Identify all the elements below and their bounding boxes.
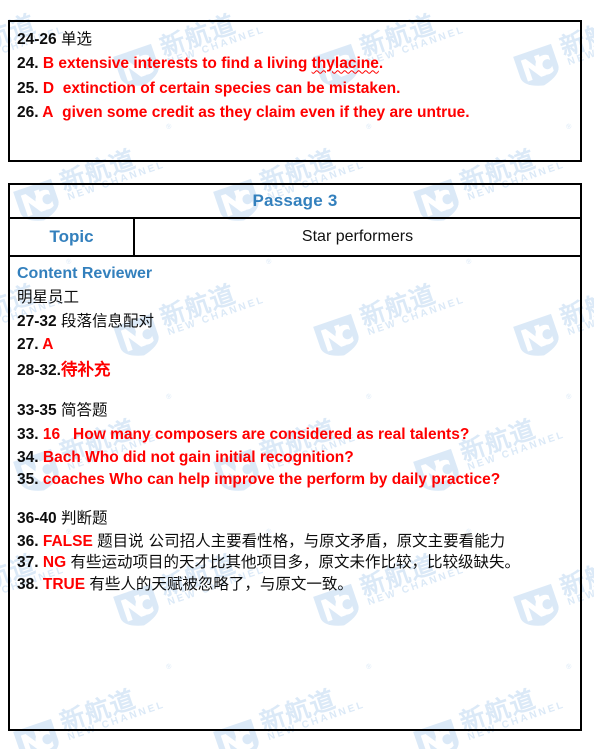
answer-number-35: 35. [17, 470, 39, 488]
answer-text-24-misspelled: thylacine [311, 55, 379, 73]
answer-question-34: Who did not gain initial recognition? [85, 449, 354, 467]
topic-row: Topic Star performers [10, 219, 580, 257]
section-label-24-26: 24-26 单选 [17, 30, 92, 48]
answer-row-27: 27. A [17, 333, 573, 357]
answer-row-33: 33. 16 How many composers are considered… [17, 423, 573, 447]
answer-value-35: coaches [42, 470, 105, 488]
questions-24-26-table: 24-26 单选 24. B extensive interests to fi… [8, 20, 582, 162]
answer-row-25: 25. D extinction of certain species can … [17, 77, 573, 101]
passage-3-body: Content Reviewer 明星员工 27-32 段落信息配对 27. A… [10, 257, 580, 595]
answer-explanation-36: 题目说 公司招人主要看性格，与原文矛盾，原文主要看能力 [97, 531, 506, 550]
passage-3-table: Passage 3 Topic Star performers Content … [8, 183, 582, 731]
answer-key-page: 新航道®NEW CHANNEL新航道®NEW CHANNEL新航道®NEW CH… [0, 0, 594, 749]
topic-value: Star performers [301, 228, 414, 245]
answer-number-34: 34. [17, 449, 39, 467]
answer-number-24: 24. [17, 55, 39, 73]
answer-number-37: 37. [17, 554, 39, 572]
section-label-27-32-cn: 段落信息配对 [60, 311, 154, 330]
answer-row-35: 35. coaches Who can help improve the per… [17, 470, 573, 490]
answer-text-25: extinction of certain species can be mis… [62, 79, 401, 97]
answer-row-36: 36. FALSE 题目说 公司招人主要看性格，与原文矛盾，原文主要看能力 [17, 531, 573, 552]
answer-text-28-32: 待补充 [60, 359, 111, 379]
answer-letter-25: D [42, 79, 55, 97]
answer-number-33: 33. [17, 425, 39, 443]
section-label-33-35: 33-35 简答题 [17, 401, 108, 420]
answer-letter-24: B [42, 55, 55, 73]
section-label-24-26-cn: 单选 [60, 30, 92, 48]
section-label-36-40: 36-40 判断题 [17, 509, 108, 528]
topic-cn: 明星员工 [17, 288, 80, 306]
answer-value-34: Bach [42, 449, 81, 467]
top-table-body: 24-26 单选 24. B extensive interests to fi… [10, 22, 580, 126]
answer-number-36: 36. [17, 532, 39, 550]
topic-label: Topic [49, 227, 94, 246]
answer-row-28-32: 28-32.待补充 [17, 357, 573, 383]
section-label-36-40-cn: 判断题 [60, 509, 108, 528]
topic-value-cell: Star performers [135, 219, 580, 255]
answer-letter-27: A [42, 336, 54, 354]
content-reviewer-label: Content Reviewer [17, 265, 153, 282]
answer-value-33: 16 [42, 425, 61, 443]
answer-value-38: TRUE [42, 575, 86, 593]
passage-title: Passage 3 [252, 191, 338, 210]
answer-text-24-tail: . [378, 55, 384, 73]
answer-question-35: Who can help improve the perform by dail… [109, 470, 501, 488]
answer-number-38: 38. [17, 575, 39, 593]
answer-text-24: extensive interests to find a living [58, 55, 312, 73]
answer-row-34: 34. Bach Who did not gain initial recogn… [17, 446, 573, 470]
answer-row-26: 26. A given some credit as they claim ev… [17, 101, 573, 125]
answer-question-33: How many composers are considered as rea… [73, 425, 470, 443]
answer-value-36: FALSE [42, 532, 93, 550]
answer-text-26: given some credit as they claim even if … [62, 104, 470, 122]
answer-value-37: NG [42, 554, 67, 572]
answer-row-38: 38. TRUE 有些人的天赋被忽略了，与原文一致。 [17, 574, 573, 595]
answer-row-37: 37. NG 有些运动项目的天才比其他项目多，原文未作比较，比较级缺失。 [17, 552, 573, 573]
answer-number-27: 27. [17, 336, 39, 354]
section-label-33-35-cn: 简答题 [60, 401, 108, 420]
answer-explanation-38: 有些人的天赋被忽略了，与原文一致。 [89, 574, 353, 593]
answer-row-24: 24. B extensive interests to find a livi… [17, 52, 573, 76]
answer-explanation-37: 有些运动项目的天才比其他项目多，原文未作比较，比较级缺失。 [70, 553, 520, 572]
answer-number-26: 26. [17, 104, 39, 122]
passage-header-row: Passage 3 [10, 185, 580, 219]
topic-label-cell: Topic [10, 219, 135, 255]
section-label-27-32: 27-32 段落信息配对 [17, 311, 154, 330]
answer-number-28-32: 28-32. [17, 361, 61, 379]
answer-number-25: 25. [17, 79, 39, 97]
answer-letter-26: A [42, 104, 54, 122]
